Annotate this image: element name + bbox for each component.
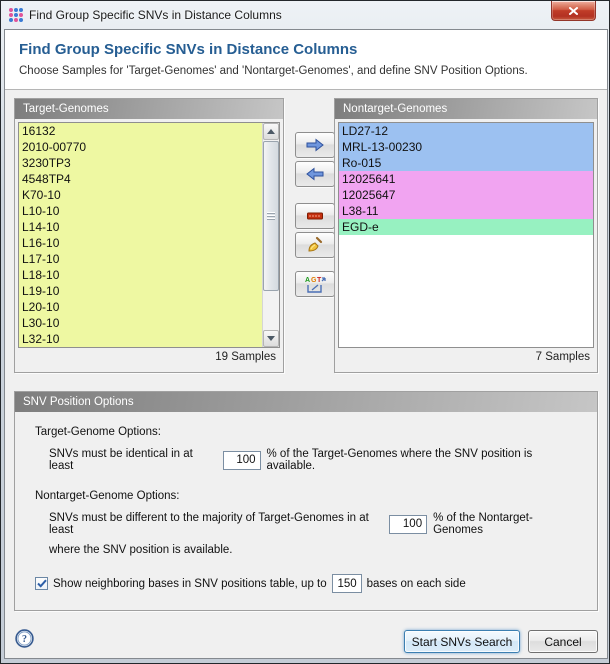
- target-sample-count: 19 Samples: [18, 348, 280, 363]
- title-bar[interactable]: Find Group Specific SNVs in Distance Col…: [1, 1, 609, 29]
- list-item[interactable]: L20-10: [19, 299, 262, 315]
- target-genomes-list[interactable]: 161322010-007703230TP34548TP4K70-10L10-1…: [18, 122, 280, 348]
- dialog-body: Find Group Specific SNVs in Distance Col…: [4, 29, 608, 659]
- import-selection-button[interactable]: A G T: [295, 271, 335, 297]
- agt-import-icon: A G T: [304, 275, 326, 294]
- svg-text:A: A: [305, 277, 310, 284]
- target-percent-input[interactable]: [223, 451, 261, 470]
- snv-position-options-group: SNV Position Options Target-Genome Optio…: [14, 391, 598, 611]
- scrollbar[interactable]: [262, 123, 279, 347]
- list-item[interactable]: Ro-015: [339, 155, 593, 171]
- arrow-left-icon: [305, 167, 325, 181]
- close-icon: [569, 7, 578, 15]
- remove-icon: [307, 212, 323, 220]
- remove-samples-button[interactable]: [295, 203, 335, 229]
- target-genomes-panel: Target-Genomes 161322010-007703230TP3454…: [14, 98, 284, 373]
- arrow-right-icon: [305, 138, 325, 152]
- broom-icon: [306, 236, 324, 254]
- list-item[interactable]: EGD-e: [339, 219, 593, 235]
- neighbor-suffix: bases on each side: [367, 578, 466, 590]
- list-item[interactable]: L14-10: [19, 219, 262, 235]
- dialog-window: Find Group Specific SNVs in Distance Col…: [0, 0, 610, 664]
- nontarget-percent-input[interactable]: [389, 515, 427, 534]
- target-genomes-header: Target-Genomes: [15, 99, 283, 119]
- clear-lists-button[interactable]: [295, 232, 335, 258]
- nontarget-rule-prefix: SNVs must be different to the majority o…: [49, 512, 383, 536]
- target-rule-suffix: % of the Target-Genomes where the SNV po…: [267, 448, 577, 472]
- show-neighbors-checkbox[interactable]: [35, 577, 48, 590]
- window-title: Find Group Specific SNVs in Distance Col…: [29, 8, 282, 22]
- list-item[interactable]: L38-11: [339, 203, 593, 219]
- scrollbar-thumb[interactable]: [263, 141, 279, 291]
- list-item[interactable]: K70-10: [19, 187, 262, 203]
- list-item[interactable]: LD27-12: [339, 123, 593, 139]
- list-item[interactable]: L17-10: [19, 251, 262, 267]
- checkmark-icon: [37, 579, 47, 588]
- nontarget-genomes-panel: Nontarget-Genomes LD27-12MRL-13-00230Ro-…: [334, 98, 598, 373]
- show-neighbors-label: Show neighboring bases in SNV positions …: [53, 578, 327, 590]
- snv-position-options-header: SNV Position Options: [15, 392, 597, 412]
- arrow-down-icon: [267, 336, 275, 341]
- svg-text:T: T: [317, 277, 322, 284]
- list-item[interactable]: 12025641: [339, 171, 593, 187]
- scrollbar-down-button[interactable]: [263, 330, 279, 347]
- list-item[interactable]: 12025647: [339, 187, 593, 203]
- target-rule-prefix: SNVs must be identical in at least: [49, 448, 217, 472]
- page-title: Find Group Specific SNVs in Distance Col…: [19, 41, 607, 58]
- question-mark-icon: ?: [22, 634, 27, 645]
- arrow-up-icon: [267, 129, 275, 134]
- banner: Find Group Specific SNVs in Distance Col…: [5, 30, 607, 90]
- scrollbar-up-button[interactable]: [263, 123, 279, 140]
- nontarget-sample-count: 7 Samples: [338, 348, 594, 363]
- list-item[interactable]: 2010-00770: [19, 139, 262, 155]
- help-button[interactable]: ?: [15, 629, 34, 648]
- list-item[interactable]: L18-10: [19, 267, 262, 283]
- list-item[interactable]: L19-10: [19, 283, 262, 299]
- close-button[interactable]: [551, 1, 596, 21]
- list-item[interactable]: 4548TP4: [19, 171, 262, 187]
- nontarget-genome-options-label: Nontarget-Genome Options:: [35, 490, 577, 502]
- list-item[interactable]: 16132: [19, 123, 262, 139]
- move-left-button[interactable]: [295, 161, 335, 187]
- nontarget-rule-suffix: % of the Nontarget-Genomes: [433, 512, 577, 536]
- list-item[interactable]: L16-10: [19, 235, 262, 251]
- app-icon: [9, 8, 23, 22]
- nontarget-genomes-header: Nontarget-Genomes: [335, 99, 597, 119]
- list-item[interactable]: L32-10: [19, 331, 262, 347]
- target-genome-options-label: Target-Genome Options:: [35, 426, 577, 438]
- list-item[interactable]: L30-10: [19, 315, 262, 331]
- start-snvs-search-button[interactable]: Start SNVs Search: [404, 630, 520, 653]
- neighbor-bases-input[interactable]: [332, 574, 362, 593]
- page-subtitle: Choose Samples for 'Target-Genomes' and …: [19, 65, 607, 77]
- cancel-button[interactable]: Cancel: [528, 630, 598, 653]
- scrollbar-grip-icon: [267, 212, 275, 220]
- list-item[interactable]: 3230TP3: [19, 155, 262, 171]
- list-item[interactable]: MRL-13-00230: [339, 139, 593, 155]
- transfer-button-column: A G T: [293, 98, 337, 297]
- nontarget-genomes-list[interactable]: LD27-12MRL-13-00230Ro-015120256411202564…: [338, 122, 594, 348]
- move-right-button[interactable]: [295, 132, 335, 158]
- list-item[interactable]: L10-10: [19, 203, 262, 219]
- nontarget-rule-continuation: where the SNV position is available.: [49, 544, 577, 556]
